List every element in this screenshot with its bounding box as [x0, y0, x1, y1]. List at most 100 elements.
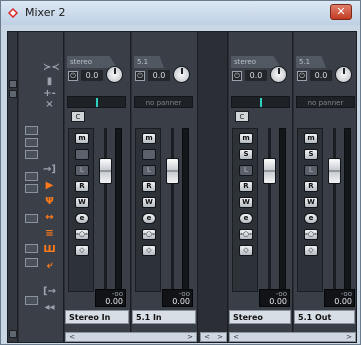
volume-fader[interactable] [97, 128, 125, 292]
listen-button[interactable]: L [304, 165, 318, 176]
fader-cap[interactable] [328, 158, 341, 184]
listen-button[interactable]: L [142, 165, 156, 176]
mute-button[interactable]: m [75, 133, 89, 144]
volume-value[interactable]: 0.00 [172, 297, 190, 306]
mute-button[interactable]: m [304, 133, 318, 144]
rail-menu-icon[interactable] [9, 330, 17, 338]
listen-button[interactable]: L [239, 165, 253, 176]
pan-control[interactable] [67, 96, 126, 108]
view-set-1-button[interactable] [25, 126, 38, 135]
write-button[interactable]: W [142, 197, 156, 208]
link-icon[interactable]: ≻≺ [43, 62, 60, 73]
power-icon[interactable]: ⏻ [135, 71, 145, 81]
record-enable-icon[interactable]: ◇ [75, 245, 89, 256]
solo-button[interactable] [142, 149, 156, 160]
close-button[interactable]: ✕ [330, 4, 352, 20]
gain-value[interactable]: 0.0 [81, 70, 103, 81]
gain-knob[interactable] [270, 66, 287, 83]
monitor-icon[interactable]: -○- [304, 229, 318, 240]
mute-button[interactable]: m [142, 133, 156, 144]
gain-value[interactable]: 0.0 [245, 70, 267, 81]
gain-value[interactable]: 0.0 [148, 70, 170, 81]
instrument-filter-icon[interactable]: Ш [43, 244, 56, 255]
volume-fader[interactable] [164, 128, 192, 292]
view-set-5-button[interactable] [25, 184, 38, 193]
solo-button[interactable] [75, 149, 89, 160]
gain-knob[interactable] [335, 66, 352, 83]
scroll-right-arrow[interactable]: > [185, 333, 195, 341]
scroll-left-arrow[interactable]: < [202, 333, 212, 341]
monitor-icon[interactable]: -○- [142, 229, 156, 240]
scroll-right-arrow[interactable]: > [344, 333, 354, 341]
scroll-right-arrow[interactable]: > [215, 333, 225, 341]
channel-name[interactable]: 5.1 In [132, 310, 196, 324]
read-button[interactable]: R [239, 181, 253, 192]
left-scrollbar[interactable]: < > [65, 332, 197, 342]
write-button[interactable]: W [75, 197, 89, 208]
store-view-button[interactable] [25, 296, 38, 305]
midi-filter-icon[interactable]: ⤶ [43, 260, 56, 271]
monitor-icon[interactable]: -○- [239, 229, 253, 240]
view-group-button[interactable] [25, 258, 38, 267]
record-enable-icon[interactable]: ◇ [142, 245, 156, 256]
read-button[interactable]: R [142, 181, 156, 192]
vst-filter-icon[interactable]: ≡ [43, 228, 56, 239]
output-filter-icon[interactable]: [→ [43, 286, 56, 297]
fader-cap[interactable] [99, 158, 112, 184]
edit-button[interactable]: e [304, 213, 318, 224]
audio-filter-icon[interactable]: ▶ [43, 180, 56, 191]
volume-fader[interactable] [326, 128, 354, 292]
channel-name[interactable]: Stereo In [65, 310, 129, 324]
hide-icon[interactable]: ◂◂ [43, 302, 56, 313]
read-button[interactable]: R [75, 181, 89, 192]
collapse-icon[interactable] [9, 80, 17, 88]
view-input-button[interactable] [25, 214, 38, 223]
edit-button[interactable]: e [239, 213, 253, 224]
pan-control[interactable]: no panner [134, 96, 193, 108]
solo-button[interactable]: S [239, 149, 253, 160]
gain-value[interactable]: 0.0 [310, 70, 332, 81]
pan-control[interactable] [231, 96, 290, 108]
view-set-4-button[interactable] [25, 172, 38, 181]
group-filter-icon[interactable]: Ψ [43, 196, 56, 207]
listen-button[interactable]: L [75, 165, 89, 176]
edit-button[interactable]: e [142, 213, 156, 224]
scroll-left-arrow[interactable]: < [67, 333, 77, 341]
right-scrollbar[interactable]: < > [229, 332, 356, 342]
routing-label[interactable]: 5.1 [134, 56, 164, 68]
view-output-button[interactable] [25, 244, 38, 253]
power-icon[interactable]: ⏻ [68, 71, 78, 81]
mute-button[interactable]: m [239, 133, 253, 144]
fx-filter-icon[interactable]: ↔ [43, 212, 56, 223]
write-button[interactable]: W [239, 197, 253, 208]
channel-name[interactable]: 5.1 Out [294, 310, 355, 324]
record-enable-icon[interactable]: ◇ [304, 245, 318, 256]
scroll-left-arrow[interactable]: < [231, 333, 241, 341]
expand-all-icon[interactable]: +-× [43, 88, 56, 110]
edit-button[interactable]: e [75, 213, 89, 224]
channel-name[interactable]: Stereo [229, 310, 291, 324]
volume-value[interactable]: 0.00 [334, 297, 352, 306]
input-filter-icon[interactable]: →] [43, 164, 56, 175]
solo-button[interactable]: S [304, 149, 318, 160]
routing-label[interactable]: 5.1 [296, 56, 326, 68]
fader-cap[interactable] [263, 158, 276, 184]
divider-scroll[interactable]: < > [200, 332, 227, 342]
monitor-icon[interactable]: -○- [75, 229, 89, 240]
view-set-3-button[interactable] [25, 150, 38, 159]
expand-icon[interactable] [9, 90, 17, 98]
fader-cap[interactable] [166, 158, 179, 184]
gain-knob[interactable] [106, 66, 123, 83]
volume-value[interactable]: 0.00 [269, 297, 287, 306]
read-button[interactable]: R [304, 181, 318, 192]
mixer-view-icon[interactable]: ▮ [43, 76, 56, 87]
volume-value[interactable]: 0.00 [105, 297, 123, 306]
power-icon[interactable]: ⏻ [232, 71, 242, 81]
write-button[interactable]: W [304, 197, 318, 208]
view-set-2-button[interactable] [25, 138, 38, 147]
pan-control[interactable]: no panner [296, 96, 355, 108]
power-icon[interactable]: ⏻ [297, 71, 307, 81]
volume-fader[interactable] [261, 128, 289, 292]
record-enable-icon[interactable]: ◇ [239, 245, 253, 256]
gain-knob[interactable] [173, 66, 190, 83]
